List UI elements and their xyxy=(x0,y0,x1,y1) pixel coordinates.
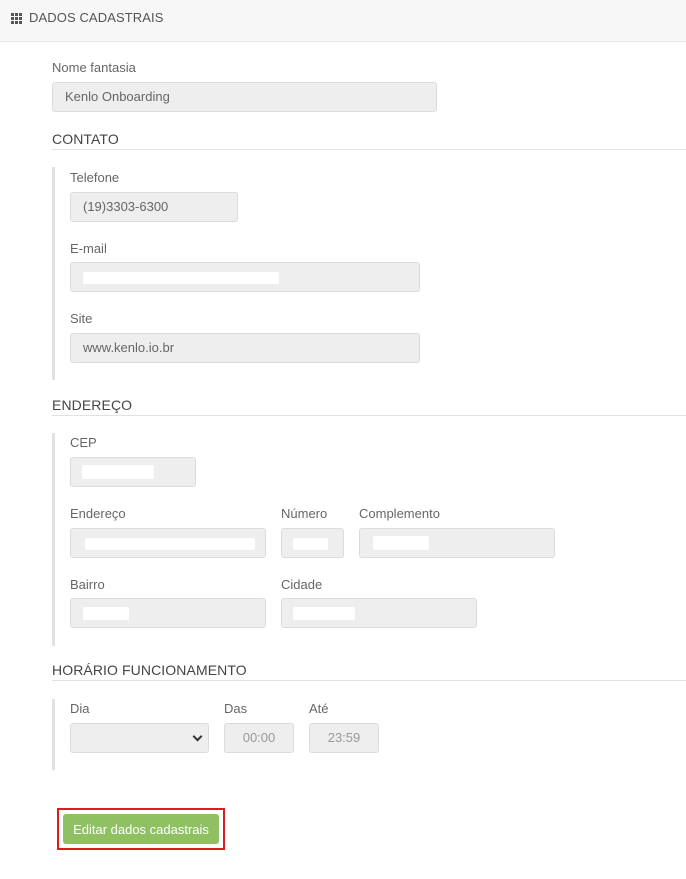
complemento-redacted xyxy=(373,536,429,550)
bairro-redacted xyxy=(83,607,129,620)
das-field[interactable]: 00:00 xyxy=(224,723,294,753)
ate-label: Até xyxy=(309,701,329,716)
page-title: DADOS CADASTRAIS xyxy=(29,10,164,25)
section-endereco-title: ENDEREÇO xyxy=(52,397,133,413)
page-header: DADOS CADASTRAIS xyxy=(0,0,686,42)
numero-label: Número xyxy=(281,506,328,521)
bairro-label: Bairro xyxy=(70,577,105,592)
das-label: Das xyxy=(224,701,248,716)
email-label: E-mail xyxy=(70,241,107,256)
cidade-redacted xyxy=(293,607,355,620)
endereco-field[interactable] xyxy=(70,528,266,558)
cep-redacted xyxy=(82,465,154,479)
nome-fantasia-label: Nome fantasia xyxy=(52,60,136,75)
grid-icon xyxy=(11,13,23,24)
dia-select[interactable] xyxy=(70,723,209,753)
site-label: Site xyxy=(70,311,93,326)
numero-redacted xyxy=(293,538,328,550)
bairro-field[interactable] xyxy=(70,598,266,628)
section-horario-bar xyxy=(52,699,55,770)
dia-label: Dia xyxy=(70,701,90,716)
nome-fantasia-field[interactable]: Kenlo Onboarding xyxy=(52,82,437,112)
section-horario-title: HORÁRIO FUNCIONAMENTO xyxy=(52,662,247,678)
chevron-down-icon xyxy=(192,731,203,742)
email-redacted xyxy=(83,272,279,284)
endereco-label: Endereço xyxy=(70,506,126,521)
cidade-field[interactable] xyxy=(281,598,477,628)
section-horario-divider xyxy=(52,680,686,681)
section-contato-divider xyxy=(52,149,686,150)
section-contato-bar xyxy=(52,167,55,380)
telefone-field[interactable]: (19)3303-6300 xyxy=(70,192,238,222)
cep-field[interactable] xyxy=(70,457,196,487)
email-field[interactable] xyxy=(70,262,420,292)
edit-profile-button[interactable]: Editar dados cadastrais xyxy=(63,814,219,844)
edit-button-highlight: Editar dados cadastrais xyxy=(57,808,225,850)
complemento-field[interactable] xyxy=(359,528,555,558)
cep-label: CEP xyxy=(70,435,97,450)
ate-field[interactable]: 23:59 xyxy=(309,723,379,753)
telefone-label: Telefone xyxy=(70,170,120,185)
section-contato-title: CONTATO xyxy=(52,131,119,147)
site-field[interactable]: www.kenlo.io.br xyxy=(70,333,420,363)
cidade-label: Cidade xyxy=(281,577,323,592)
complemento-label: Complemento xyxy=(359,506,440,521)
section-endereco-bar xyxy=(52,433,55,646)
endereco-redacted xyxy=(85,538,255,550)
numero-field[interactable] xyxy=(281,528,344,558)
section-endereco-divider xyxy=(52,415,686,416)
